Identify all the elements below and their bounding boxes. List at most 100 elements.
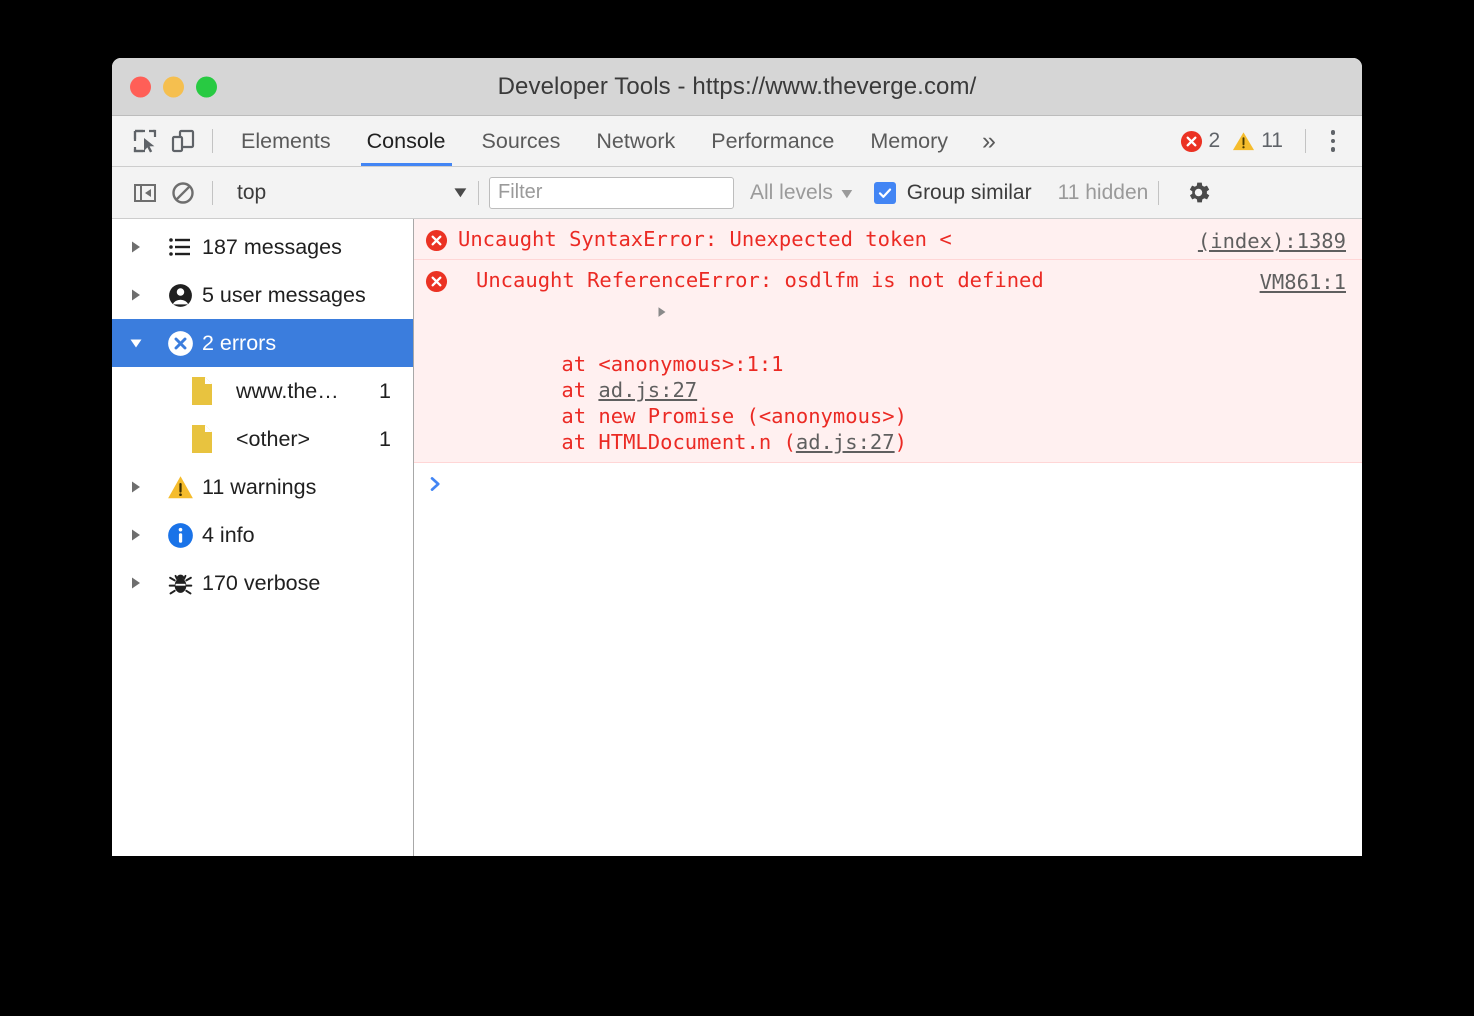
- stack-frame-text: at: [512, 378, 598, 402]
- console-message-error[interactable]: Uncaught SyntaxError: Unexpected token <…: [414, 219, 1362, 260]
- show-console-sidebar-icon[interactable]: [126, 174, 164, 212]
- sidebar-item-messages[interactable]: 187 messages: [112, 223, 413, 271]
- error-circle-icon: [1180, 130, 1203, 153]
- console-prompt-input[interactable]: [458, 473, 1362, 499]
- document-icon: [190, 424, 224, 454]
- sidebar-item-info-label: 4 info: [202, 523, 255, 548]
- sidebar-item-verbose-label: 170 verbose: [202, 571, 320, 596]
- window-controls: [130, 76, 217, 97]
- stack-frame: at HTMLDocument.n (ad.js:27): [458, 429, 1350, 455]
- sidebar-item-info[interactable]: 4 info: [112, 511, 413, 559]
- devtools-tab-bar: Elements Console Sources Network Perform…: [112, 116, 1362, 167]
- tab-bar-right-controls: 2 11: [1180, 124, 1363, 158]
- inspect-element-icon[interactable]: [126, 122, 164, 160]
- stack-frame-text: at HTMLDocument.n (: [512, 430, 796, 454]
- toolbar-divider: [1305, 129, 1306, 153]
- group-similar-label: Group similar: [907, 181, 1032, 205]
- expand-stack-icon[interactable]: [458, 267, 474, 351]
- sidebar-error-source-count: 1: [379, 379, 391, 404]
- execution-context-label: top: [237, 181, 266, 205]
- screen: Developer Tools - https://www.theverge.c…: [0, 0, 1474, 1016]
- error-circle-icon: [158, 330, 202, 357]
- sidebar-item-user-messages-label: 5 user messages: [202, 283, 366, 308]
- list-icon: [158, 234, 202, 260]
- chevron-down-icon: ▼: [451, 184, 471, 201]
- devtools-window: Developer Tools - https://www.theverge.c…: [112, 58, 1362, 856]
- document-icon: [190, 376, 224, 406]
- console-prompt[interactable]: [414, 463, 1362, 499]
- tab-performance[interactable]: Performance: [693, 116, 852, 166]
- sidebar-error-source-row[interactable]: www.the… 1: [112, 367, 413, 415]
- sidebar-item-messages-label: 187 messages: [202, 235, 342, 260]
- warning-triangle-icon: [1232, 130, 1255, 153]
- console-message-text: Uncaught ReferenceError: osdlfm is not d…: [476, 267, 1044, 293]
- tab-network-label: Network: [596, 129, 675, 154]
- warning-counter[interactable]: 11: [1232, 129, 1283, 153]
- chevron-right-icon[interactable]: [128, 479, 158, 495]
- user-icon: [158, 282, 202, 309]
- more-tabs-icon[interactable]: »: [966, 127, 1012, 156]
- sidebar-item-errors[interactable]: 2 errors: [112, 319, 413, 367]
- chevron-right-icon[interactable]: [128, 527, 158, 543]
- device-toolbar-icon[interactable]: [164, 122, 202, 160]
- sidebar-item-errors-label: 2 errors: [202, 331, 276, 356]
- window-title-bar: Developer Tools - https://www.theverge.c…: [112, 58, 1362, 116]
- stack-frame-link[interactable]: ad.js:27: [796, 430, 895, 454]
- sidebar-item-verbose[interactable]: 170 verbose: [112, 559, 413, 607]
- chevron-right-icon[interactable]: [128, 239, 158, 255]
- error-circle-icon: [414, 267, 458, 293]
- tab-performance-label: Performance: [711, 129, 834, 154]
- prompt-chevron-icon: [414, 473, 458, 493]
- tab-network[interactable]: Network: [578, 116, 693, 166]
- sidebar-item-warnings-label: 11 warnings: [202, 475, 316, 500]
- tab-sources-label: Sources: [482, 129, 561, 154]
- sidebar-error-source-row[interactable]: <other> 1: [112, 415, 413, 463]
- clear-console-icon[interactable]: [164, 174, 202, 212]
- filter-input[interactable]: [489, 177, 734, 209]
- sidebar-error-source-label: <other>: [236, 427, 310, 452]
- error-counter[interactable]: 2: [1180, 129, 1221, 153]
- tab-elements-label: Elements: [241, 129, 331, 154]
- kebab-menu-icon[interactable]: [1316, 124, 1350, 158]
- console-message-header: Uncaught ReferenceError: osdlfm is not d…: [458, 267, 1350, 351]
- console-messages-pane: Uncaught SyntaxError: Unexpected token <…: [414, 219, 1362, 856]
- tab-sources[interactable]: Sources: [464, 116, 579, 166]
- checkmark-icon: [877, 185, 893, 201]
- chevron-down-icon[interactable]: [128, 335, 158, 351]
- hidden-messages-count[interactable]: 11 hidden: [1058, 181, 1149, 205]
- stack-frame: at <anonymous>:1:1: [458, 351, 1350, 377]
- toolbar-divider: [478, 181, 479, 205]
- console-toolbar: top ▼ All levels ▼ Group similar 11 hidd…: [112, 167, 1362, 219]
- group-similar-toggle[interactable]: Group similar: [874, 181, 1032, 205]
- toolbar-divider: [1158, 181, 1159, 205]
- tab-memory[interactable]: Memory: [852, 116, 966, 166]
- close-window-button[interactable]: [130, 76, 151, 97]
- bug-icon: [158, 570, 202, 597]
- stack-frame-text: ): [895, 430, 907, 454]
- sidebar-item-user-messages[interactable]: 5 user messages: [112, 271, 413, 319]
- execution-context-selector[interactable]: top ▼: [223, 181, 468, 205]
- window-title: Developer Tools - https://www.theverge.c…: [112, 73, 1362, 101]
- sidebar-error-source-label: www.the…: [236, 379, 339, 404]
- stack-frame-link[interactable]: ad.js:27: [598, 378, 697, 402]
- console-body: 187 messages 5 user messages: [112, 219, 1362, 856]
- console-message-source-link[interactable]: VM861:1: [1260, 269, 1346, 295]
- sidebar-error-source-count: 1: [379, 427, 391, 452]
- console-message-error[interactable]: Uncaught ReferenceError: osdlfm is not d…: [414, 260, 1362, 463]
- group-similar-checkbox[interactable]: [874, 182, 896, 204]
- tab-elements[interactable]: Elements: [223, 116, 349, 166]
- console-message-source-link[interactable]: (index):1389: [1198, 228, 1346, 254]
- tab-console[interactable]: Console: [349, 116, 464, 166]
- log-level-selector[interactable]: All levels ▼: [750, 181, 854, 205]
- panel-tabs: Elements Console Sources Network Perform…: [223, 116, 966, 166]
- stack-frame-text: at <anonymous>:1:1: [512, 352, 784, 376]
- maximize-window-button[interactable]: [196, 76, 217, 97]
- info-circle-icon: [158, 522, 202, 549]
- gear-icon[interactable]: [1181, 176, 1215, 210]
- chevron-right-icon[interactable]: [128, 575, 158, 591]
- minimize-window-button[interactable]: [163, 76, 184, 97]
- stack-frame: at ad.js:27: [458, 377, 1350, 403]
- toolbar-divider: [212, 129, 213, 153]
- chevron-right-icon[interactable]: [128, 287, 158, 303]
- sidebar-item-warnings[interactable]: 11 warnings: [112, 463, 413, 511]
